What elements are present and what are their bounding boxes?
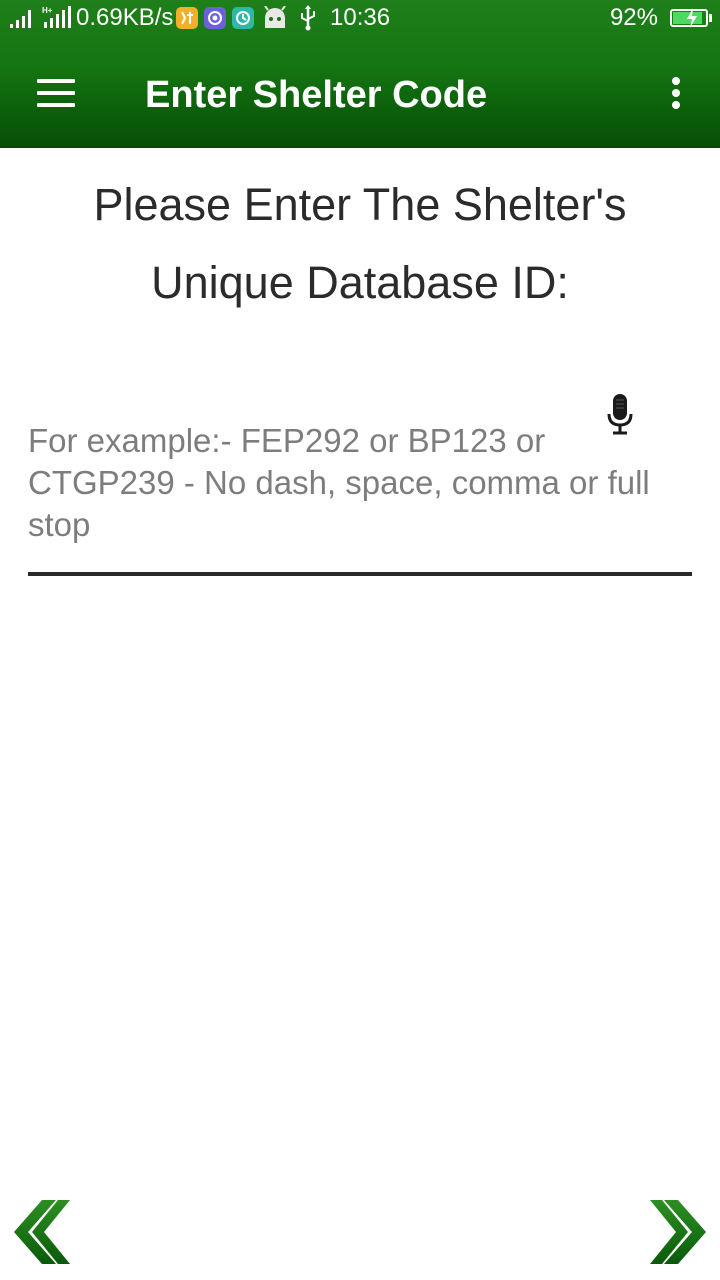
input-underline — [28, 572, 692, 576]
app-notification-icon — [204, 7, 226, 29]
android-debug-icon — [264, 6, 286, 28]
battery-tip — [709, 14, 712, 22]
instruction-heading: Please Enter The Shelter's Unique Databa… — [93, 179, 627, 308]
more-vert-icon[interactable] — [656, 70, 696, 118]
hamburger-menu-icon[interactable] — [26, 70, 86, 118]
double-chevron-right-icon[interactable] — [648, 1198, 712, 1266]
signal-icon — [10, 10, 31, 28]
overflow-dot — [672, 101, 680, 109]
overflow-dot — [672, 77, 680, 85]
charging-bolt-icon — [687, 8, 697, 28]
shelter-id-input[interactable] — [28, 420, 692, 572]
network-speed: 0.69KB/s — [76, 4, 174, 31]
app-bar: H+ 0.69KB/s 10:36 92% Enter Shelter Code — [0, 0, 720, 148]
status-bar: H+ 0.69KB/s 10:36 92% — [0, 0, 720, 38]
clock: 10:36 — [330, 4, 391, 31]
usb-icon — [301, 5, 315, 31]
overflow-dot — [672, 89, 680, 97]
battery-percent: 92% — [609, 4, 658, 31]
menu-line — [37, 91, 75, 95]
menu-line — [37, 103, 75, 107]
svg-text:H+: H+ — [42, 6, 53, 15]
page-title: Enter Shelter Code — [145, 74, 488, 116]
microphone-icon[interactable] — [604, 392, 636, 436]
hplus-signal-icon: H+ — [42, 6, 71, 28]
double-chevron-left-icon[interactable] — [8, 1198, 72, 1266]
shelter-id-field — [28, 420, 692, 576]
app-notification-icon — [232, 7, 254, 29]
menu-line — [37, 79, 75, 83]
app-notification-icon — [176, 7, 198, 29]
screen: H+ 0.69KB/s 10:36 92% Enter Shelter Code… — [0, 0, 720, 1280]
